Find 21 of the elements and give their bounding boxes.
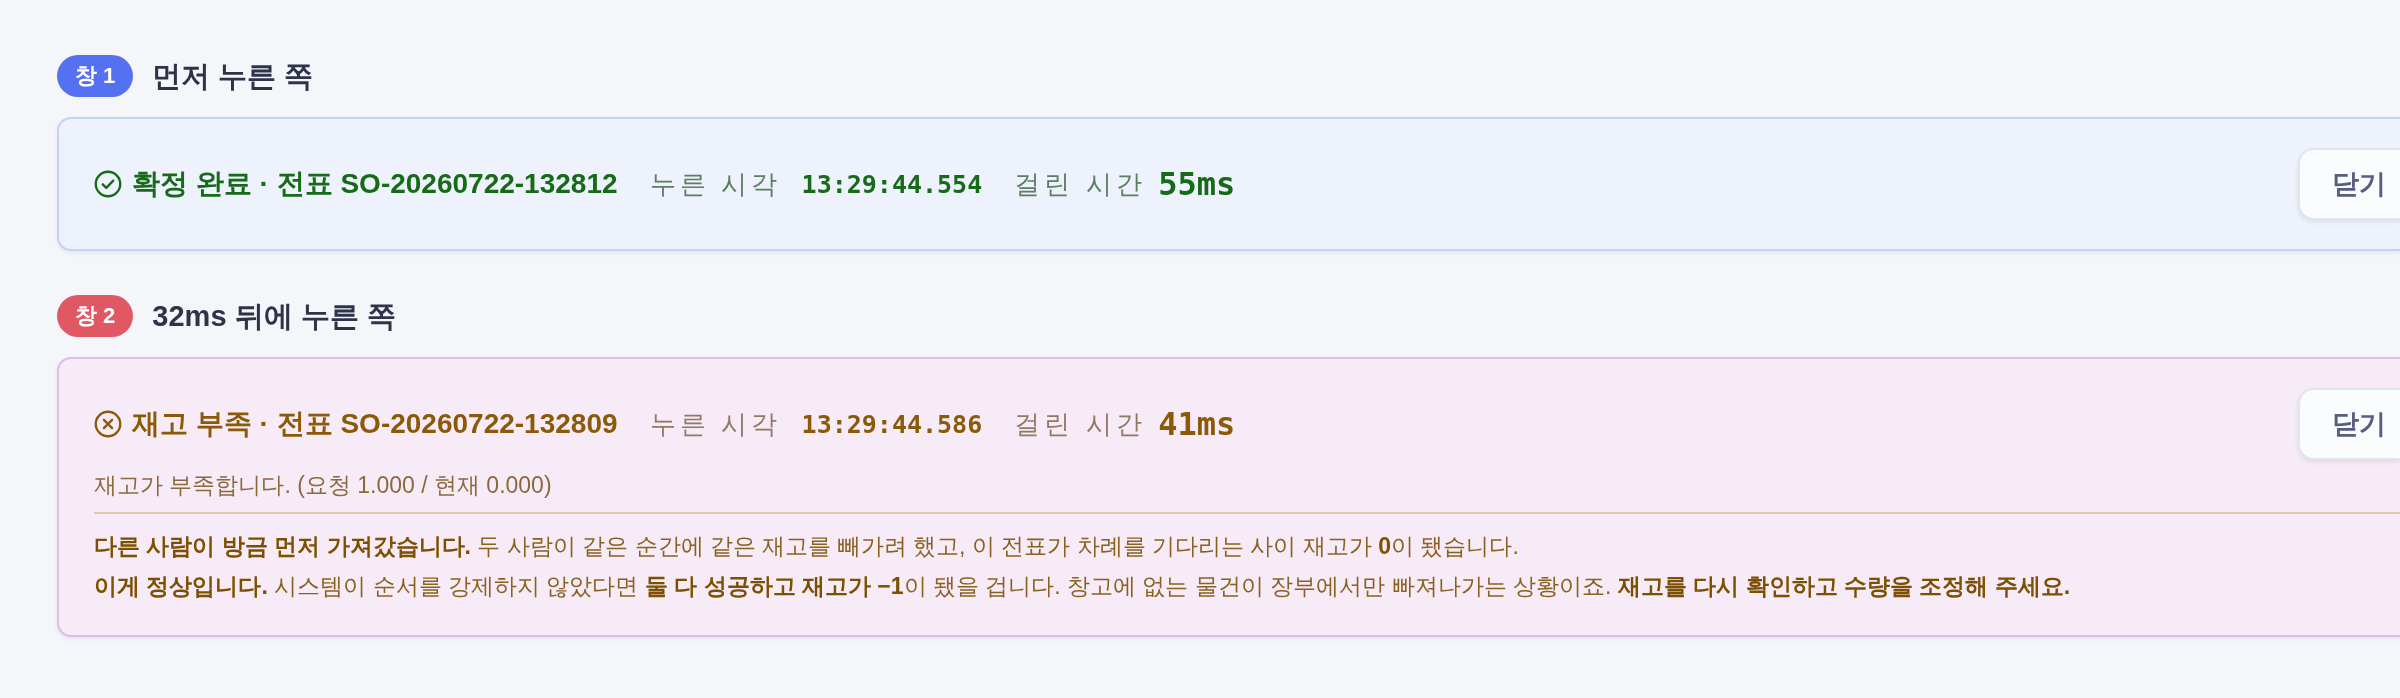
elapsed-time-value: 41ms [1158,405,1236,443]
elapsed-time-label: 걸린 시간 [1014,407,1147,441]
pressed-time-label: 누른 시각 [649,167,782,201]
result-heading: 확정 완료 · 전표 SO-20260722-132812 [132,167,618,201]
pressed-time-value: 13:29:44.554 [801,169,983,199]
panel-title: 먼저 누른 쪽 [152,59,314,94]
window-label: 창 2 [57,295,134,337]
close-button[interactable]: 닫기 [2298,388,2400,460]
explanation-text: 다른 사람이 방금 먼저 가져갔습니다. 두 사람이 같은 순간에 같은 재고를 빼가려 했고, 이 전표가 차례를 기다리는 사이 재고가 0이 됐습니다. [94,532,1520,561]
explanation-text: 이게 정상입니다. 시스템이 순서를 강제하지 않았다면 둘 다 성공하고 재고가 −1이 됐을 겁니다. 창고에 없는 물건이 장부에서만 빠져나가는 상황이죠. 재고를 다시 확인하고 수량을 조정해 주세요. [94,572,2072,601]
result-heading: 재고 부족 · 전표 SO-20260722-132809 [132,407,618,441]
pressed-time-label: 누른 시각 [649,407,782,441]
panel-title: 32ms 뒤에 누른 쪽 [152,299,396,334]
elapsed-time-label: 걸린 시간 [1014,167,1147,201]
error-message: 재고가 부족합니다. (요청 1.000 / 현재 0.000) [94,468,2400,514]
check-circle-icon [94,170,122,198]
close-button[interactable]: 닫기 [2298,148,2400,220]
x-circle-icon [94,410,122,438]
window-label: 창 1 [57,55,134,97]
pressed-time-value: 13:29:44.586 [801,409,983,439]
elapsed-time-value: 55ms [1158,165,1236,203]
